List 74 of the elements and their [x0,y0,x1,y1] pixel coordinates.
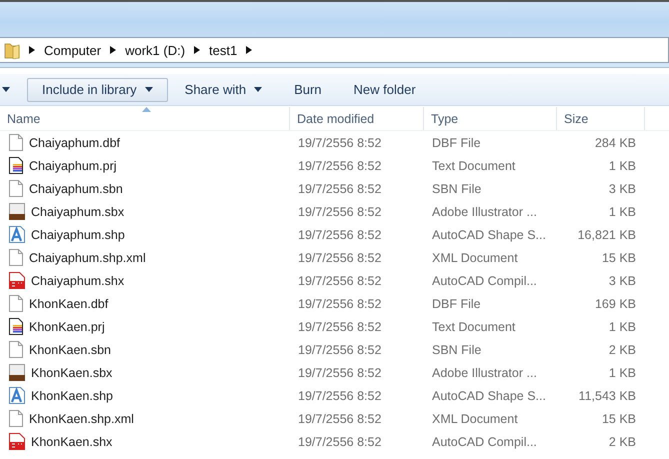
date-cell-text: 19/7/2556 8:52 [297,296,382,310]
type-cell-text: SBN File [431,182,482,196]
size-cell-text: 1 KB [608,204,637,218]
toolbar-button[interactable]: Include in library [27,78,168,102]
file-name[interactable]: KhonKaen.sbx [31,366,112,380]
column-header[interactable]: Type [424,107,557,130]
breadcrumb[interactable]: work1 (D:) [125,42,186,58]
size-cell-text: 1 KB [608,158,637,172]
file-name[interactable]: KhonKaen.dbf [29,296,108,310]
size-cell-text: 3 KB [608,274,637,288]
chevron-icon[interactable] [246,46,252,54]
size-cell-text: 169 KB [594,296,637,310]
type-cell-text: Text Document [431,320,516,334]
type-cell-text: DBF File [431,136,482,150]
type-cell-text: AutoCAD Shape S... [431,228,547,242]
size-cell-text: 15 KB [600,250,637,264]
date-cell-text: 19/7/2556 8:52 [297,388,382,402]
type-cell-text: Adobe Illustrator ... [431,366,538,380]
file-name[interactable]: Chaiyaphum.shx [31,274,124,288]
size-cell-text: 15 KB [600,412,637,426]
file-name[interactable]: KhonKaen.shx [31,434,112,448]
date-cell-text: 19/7/2556 8:52 [297,182,382,196]
file-name[interactable]: Chaiyaphum.sbx [31,204,124,218]
date-cell-text: 19/7/2556 8:52 [297,366,382,380]
date-cell-text: 19/7/2556 8:52 [297,320,382,334]
chevron-icon[interactable] [194,46,200,54]
date-cell-text: 19/7/2556 8:52 [297,204,382,218]
date-cell-text: 19/7/2556 8:52 [297,412,382,426]
breadcrumb[interactable]: Computer [44,42,102,58]
size-cell-text: 1 KB [608,366,637,380]
caret-icon[interactable] [2,87,10,92]
toolbar-button[interactable]: Share with [170,78,278,102]
date-cell-text: 19/7/2556 8:52 [297,250,382,264]
address-bar[interactable]: Computer work1 (D:) test1 [0,37,669,63]
file-name[interactable]: Chaiyaphum.shp [31,228,125,242]
column-header[interactable]: Date modified [290,107,424,130]
type-cell-text: AutoCAD Compil... [431,434,538,448]
date-cell-text: 19/7/2556 8:52 [297,158,382,172]
size-cell-text: 284 KB [594,136,637,150]
type-cell-text: SBN File [431,342,482,356]
file-name[interactable]: KhonKaen.shp [31,388,114,402]
type-cell-text: XML Document [431,412,519,426]
file-name[interactable]: KhonKaen.prj [29,320,105,334]
size-cell-text: 2 KB [608,342,637,356]
size-cell-text: 1 KB [608,320,637,334]
size-cell-text: 11,543 KB [578,388,637,402]
chevron-icon[interactable] [110,46,116,54]
file-name[interactable]: Chaiyaphum.dbf [29,136,120,150]
size-cell-text: 3 KB [608,182,637,196]
file-name[interactable]: Chaiyaphum.sbn [29,182,123,196]
file-name[interactable]: KhonKaen.shp.xml [29,412,134,426]
date-cell-text: 19/7/2556 8:52 [297,136,382,150]
toolbar-button[interactable]: New folder [338,78,431,102]
column-header[interactable]: Name [0,107,290,130]
size-cell-text: 16,821 KB [576,228,637,242]
size-cell-text: 2 KB [608,434,637,448]
date-cell-text: 19/7/2556 8:52 [297,228,382,242]
folder-icon [4,41,20,59]
file-name[interactable]: Chaiyaphum.shp.xml [29,250,146,264]
chevron-icon[interactable] [29,46,35,54]
file-name[interactable]: Chaiyaphum.prj [29,158,117,172]
toolbar-button[interactable]: Burn [279,78,337,102]
type-cell-text: XML Document [431,250,519,264]
type-cell-text: AutoCAD Compil... [431,274,538,288]
type-cell-text: DBF File [431,296,482,310]
type-cell-text: AutoCAD Shape S... [431,388,547,402]
date-cell-text: 19/7/2556 8:52 [297,274,382,288]
type-cell-text: Text Document [431,158,516,172]
file-name[interactable]: KhonKaen.sbn [29,342,112,356]
date-cell-text: 19/7/2556 8:52 [297,342,382,356]
type-cell-text: Adobe Illustrator ... [431,204,538,218]
column-header[interactable]: Size [557,107,645,130]
date-cell-text: 19/7/2556 8:52 [297,434,382,448]
breadcrumb[interactable]: test1 [209,42,238,58]
